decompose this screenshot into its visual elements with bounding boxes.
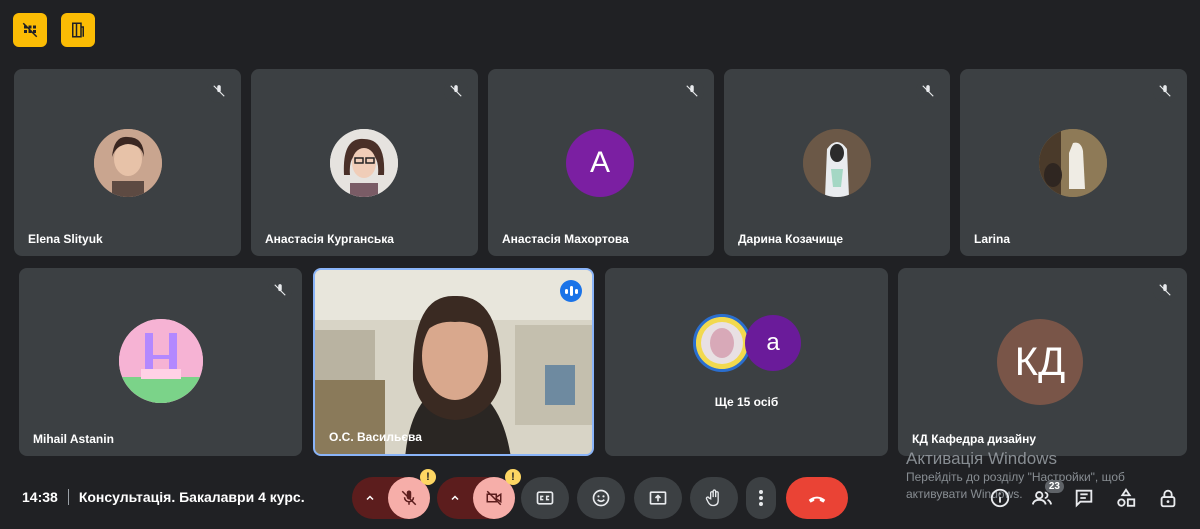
microphone-control: ! [352,469,436,519]
mic-options-button[interactable] [352,492,388,504]
participant-name: Larina [974,232,1011,246]
participant-name: Дарина Козачище [738,232,844,246]
avatar [803,129,871,197]
people-count-badge: 23 [1044,480,1064,493]
captions-icon [536,491,554,505]
more-options-button[interactable] [746,477,776,519]
end-call-icon [808,496,826,503]
letter-avatar: a [745,315,801,371]
avatar [693,314,751,372]
active-speaker-tile[interactable]: О.С. Васильєва [313,268,594,456]
mic-off-icon [1153,278,1177,302]
mic-off-icon [1153,79,1177,103]
avatar [1039,129,1107,197]
participant-name: Анастасія Махортова [502,232,629,246]
meeting-time: 14:38 [22,489,58,505]
participant-name: Elena Slityuk [28,232,103,246]
meeting-details-button[interactable] [986,485,1014,511]
meeting-title: Консультація. Бакалаври 4 курс. [78,489,305,505]
participant-tile[interactable]: Larina [960,69,1187,256]
layout-button[interactable] [61,13,95,47]
present-screen-button[interactable] [634,477,682,519]
chat-button[interactable] [1070,485,1098,511]
emoji-icon [592,489,610,507]
chevron-up-icon [451,495,459,501]
layout-icon [72,22,84,38]
present-icon [649,491,667,505]
participant-name: Анастасія Курганська [265,232,394,246]
avatar [94,129,162,197]
mic-off-icon [680,79,704,103]
activities-button[interactable] [1112,485,1140,511]
participant-tile[interactable]: Дарина Козачище [724,69,950,256]
raise-hand-button[interactable] [690,477,738,519]
participant-name: О.С. Васильєва [329,430,422,444]
speaking-indicator-icon [560,280,582,302]
avatar [119,319,203,403]
chevron-up-icon [366,495,374,501]
mic-off-icon [268,278,292,302]
participant-tile[interactable]: Mihail Astanin [19,268,302,456]
reactions-button[interactable] [577,477,625,519]
shapes-icon [1117,488,1136,507]
meeting-info: 14:38 Консультація. Бакалаври 4 курс. [22,489,305,505]
leave-call-button[interactable] [786,477,848,519]
control-bar: 14:38 Консультація. Бакалаври 4 курс. ! !… [0,462,1200,529]
avatar-letter: КД [1014,339,1066,384]
info-icon [990,488,1010,508]
hand-icon [705,489,719,507]
hide-video-tiles-button[interactable] [13,13,47,47]
avatar-letter: A [589,146,610,179]
participant-tile[interactable]: Elena Slityuk [14,69,241,256]
tiles-off-icon [22,22,38,38]
lock-person-icon [1160,489,1176,508]
participant-name: Mihail Astanin [33,432,114,446]
captions-button[interactable] [521,477,569,519]
people-button[interactable]: 23 [1028,480,1064,511]
separator [67,489,69,505]
warning-icon: ! [420,469,436,485]
host-controls-button[interactable] [1154,485,1182,511]
participant-tile[interactable]: A Анастасія Махортова [488,69,714,256]
camera-control: ! [437,469,521,519]
warning-icon: ! [505,469,521,485]
more-participants-label: Ще 15 осіб [714,395,779,409]
camera-options-button[interactable] [437,492,473,504]
letter-avatar: КД [997,319,1083,405]
camera-off-icon [486,490,502,506]
participant-tile[interactable]: КД КД Кафедра дизайну [898,268,1187,456]
mic-off-icon [401,490,417,506]
mic-off-icon [207,79,231,103]
avatar [330,129,398,197]
chat-icon [1075,489,1093,508]
avatar-letter: a [766,329,780,356]
mic-off-icon [444,79,468,103]
speaker-video [315,270,592,454]
others-tile[interactable]: a Ще 15 осіб [605,268,888,456]
mic-off-icon [916,79,940,103]
participant-name: КД Кафедра дизайну [912,432,1037,446]
participant-tile[interactable]: Анастасія Курганська [251,69,478,256]
more-vert-icon [759,490,763,506]
letter-avatar: A [566,129,634,197]
